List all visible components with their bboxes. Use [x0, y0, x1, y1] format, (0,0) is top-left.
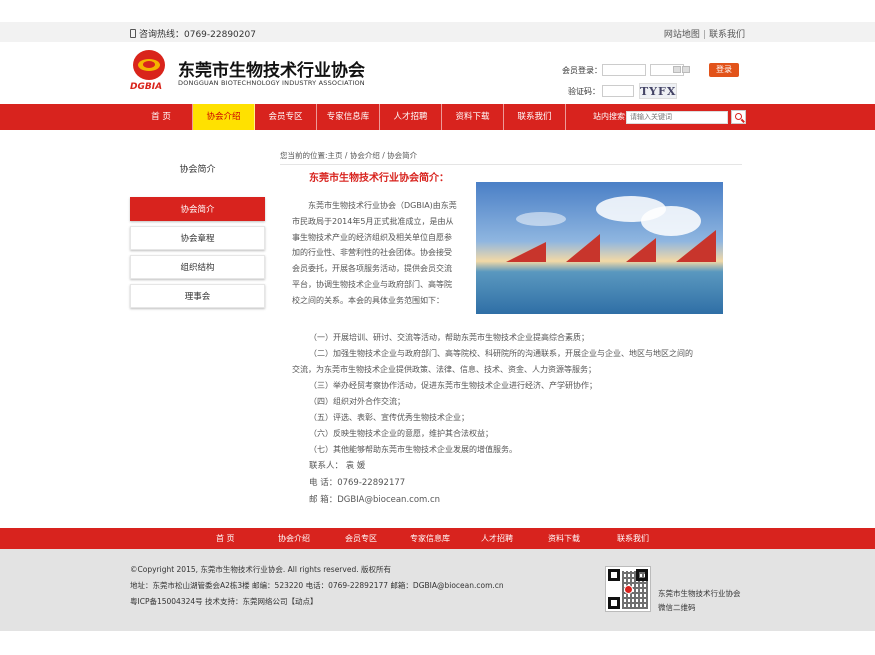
sidebar-item-charter[interactable]: 协会章程: [130, 226, 265, 250]
footer-nav: 首 页 协会介绍 会员专区 专家信息库 人才招聘 资料下载 联系我们: [0, 528, 875, 549]
logo[interactable]: DGBIA: [130, 50, 170, 96]
copyright: ©Copyright 2015, 东莞市生物技术行业协会. All rights…: [130, 565, 391, 574]
intro-line: 平台，协调生物技术企业与政府部门、高等院: [292, 279, 452, 289]
duty-item: （三）举办经贸考察协作活动，促进东莞市生物技术企业进行经济、产学研协作；: [309, 381, 597, 390]
duty-item: （五）评选、表彰、宣传优秀生物技术企业；: [309, 413, 469, 422]
duty-item: （一）开展培训、研讨、交流等活动，帮助东莞市生物技术企业提高综合素质；: [309, 333, 589, 342]
login-button[interactable]: 登录: [709, 63, 739, 77]
qr-caption: 东莞市生物技术行业协会 微信二维码: [658, 587, 741, 615]
hotline: 咨询热线：0769-22890207: [130, 27, 256, 40]
nav-jobs[interactable]: 人才招聘: [380, 104, 442, 130]
intro-line: 市民政局于2014年5月正式批准成立，是由从: [292, 216, 454, 226]
nav-members[interactable]: 会员专区: [255, 104, 317, 130]
footer-nav-home[interactable]: 首 页: [216, 528, 235, 549]
sidebar-item-intro[interactable]: 协会简介: [130, 197, 265, 221]
search-label: 站内搜索:: [593, 112, 628, 121]
duty-item: （二）加强生物技术企业与政府部门、高等院校、科研院所的沟通联系，开展企业与企业、…: [309, 349, 693, 358]
contact-phone: 电 话：0769-22892177: [309, 478, 406, 488]
main-nav: 首 页 协会介绍 会员专区 专家信息库 人才招聘 资料下载 联系我们 站内搜索:: [0, 104, 875, 130]
keyboard-icons: [673, 66, 693, 74]
building: [626, 238, 656, 262]
campus-photo: [476, 182, 723, 314]
building: [506, 242, 546, 262]
contact-person: 联系人： 袁 媛: [309, 461, 366, 471]
member-login-label: 会员登录：: [562, 66, 602, 75]
intro-line: 会员委托，开展各项服务活动，提供会员交流: [292, 264, 452, 274]
hotline-text: 咨询热线：0769-22890207: [139, 30, 256, 40]
footer-nav-downloads[interactable]: 资料下载: [548, 528, 580, 549]
footer-nav-experts[interactable]: 专家信息库: [410, 528, 450, 549]
breadcrumb: 您当前的位置:主页 / 协会介绍 / 协会简介: [280, 150, 742, 165]
nav-contact[interactable]: 联系我们: [504, 104, 566, 130]
nav-experts[interactable]: 专家信息库: [317, 104, 380, 130]
intro-line: 加的行业性、非营利性的社会团体。协会接受: [292, 248, 452, 258]
intro-line: 东莞市生物技术行业协会（DGBIA)由东莞: [292, 201, 457, 210]
nav-downloads[interactable]: 资料下载: [442, 104, 504, 130]
qr-logo-icon: [624, 585, 633, 594]
keyboard-icon: [682, 66, 690, 73]
intro-text: 东莞市生物技术行业协会（DGBIA)由东莞 市民政局于2014年5月正式批准成立…: [292, 198, 472, 309]
phone-icon: [130, 29, 136, 38]
cloud: [516, 212, 566, 226]
captcha-input[interactable]: [602, 85, 634, 97]
logo-emblem-icon: [133, 50, 165, 80]
top-links: 网站地图 | 联系我们: [664, 27, 745, 40]
icp-record: 粤ICP备15004324号 技术支持：东莞网络公司【动点】: [130, 597, 318, 606]
separator: |: [702, 30, 706, 40]
contact-email[interactable]: 邮 箱：DGBIA@biocean.com.cn: [309, 492, 440, 509]
sidebar-item-council[interactable]: 理事会: [130, 284, 265, 308]
address: 地址：东莞市松山湖管委会A2栋3楼 邮编：523220 电话：0769-2289…: [130, 581, 504, 590]
intro-line: 校之间的关系。本会的具体业务范围如下：: [292, 295, 444, 305]
wechat-qr-code: [605, 566, 651, 612]
content-title: 东莞市生物技术行业协会简介：: [309, 173, 449, 184]
nav-about[interactable]: 协会介绍: [193, 104, 255, 130]
duty-item: （四）组织对外合作交流；: [309, 397, 405, 406]
footer-nav-members[interactable]: 会员专区: [345, 528, 377, 549]
nav-home[interactable]: 首 页: [130, 104, 193, 130]
sidebar-title: 协会简介: [179, 165, 216, 175]
qr-finder: [608, 569, 620, 581]
footer-nav-contact[interactable]: 联系我们: [617, 528, 649, 549]
site-title: 东莞市生物技术行业协会: [178, 61, 365, 81]
cloud: [641, 206, 701, 236]
member-login: 会员登录： 登录 验证码： TYFX: [560, 62, 750, 106]
captcha-image[interactable]: TYFX: [639, 83, 677, 99]
sitemap-link[interactable]: 网站地图: [664, 30, 700, 40]
qr-finder: [608, 597, 620, 609]
qr-caption-line: 东莞市生物技术行业协会: [658, 589, 741, 598]
duties-list: （一）开展培训、研讨、交流等活动，帮助东莞市生物技术企业提高综合素质； （二）加…: [292, 330, 732, 458]
duty-item: （七）其他能够帮助东莞市生物技术企业发展的增值服务。: [309, 445, 517, 454]
search-button[interactable]: [731, 110, 746, 124]
sidebar-item-structure[interactable]: 组织结构: [130, 255, 265, 279]
building: [566, 234, 600, 262]
sidebar-menu: 协会简介 协会章程 组织结构 理事会: [130, 197, 265, 313]
footer-nav-about[interactable]: 协会介绍: [278, 528, 310, 549]
top-bar: 咨询热线：0769-22890207 网站地图 | 联系我们: [0, 22, 875, 42]
username-input[interactable]: [602, 64, 646, 76]
qr-caption-line: 微信二维码: [658, 603, 696, 612]
duty-item: （六）反映生物技术企业的意愿，维护其合法权益；: [309, 429, 493, 438]
duty-item: 交流，为东莞市生物技术企业提供政策、法律、信息、技术、资金、人力资源等服务；: [292, 365, 596, 374]
header: DGBIA 东莞市生物技术行业协会 DONGGUAN BIOTECHNOLOGY…: [0, 42, 875, 104]
search-icon: [735, 113, 742, 120]
footer-info: ©Copyright 2015, 东莞市生物技术行业协会. All rights…: [130, 562, 504, 610]
footer: ©Copyright 2015, 东莞市生物技术行业协会. All rights…: [0, 549, 875, 631]
logo-mark: DGBIA: [130, 82, 163, 92]
keyboard-icon: [673, 66, 681, 73]
search-input[interactable]: [626, 111, 728, 124]
contact-info: 联系人： 袁 媛 电 话：0769-22892177 邮 箱：DGBIA@bio…: [309, 458, 440, 509]
contact-link[interactable]: 联系我们: [709, 30, 745, 40]
footer-nav-jobs[interactable]: 人才招聘: [481, 528, 513, 549]
captcha-label: 验证码：: [568, 87, 600, 96]
site-subtitle: DONGGUAN BIOTECHNOLOGY INDUSTRY ASSOCIAT…: [178, 79, 365, 87]
intro-line: 事生物技术产业的经济组织及相关单位自愿参: [292, 232, 452, 242]
